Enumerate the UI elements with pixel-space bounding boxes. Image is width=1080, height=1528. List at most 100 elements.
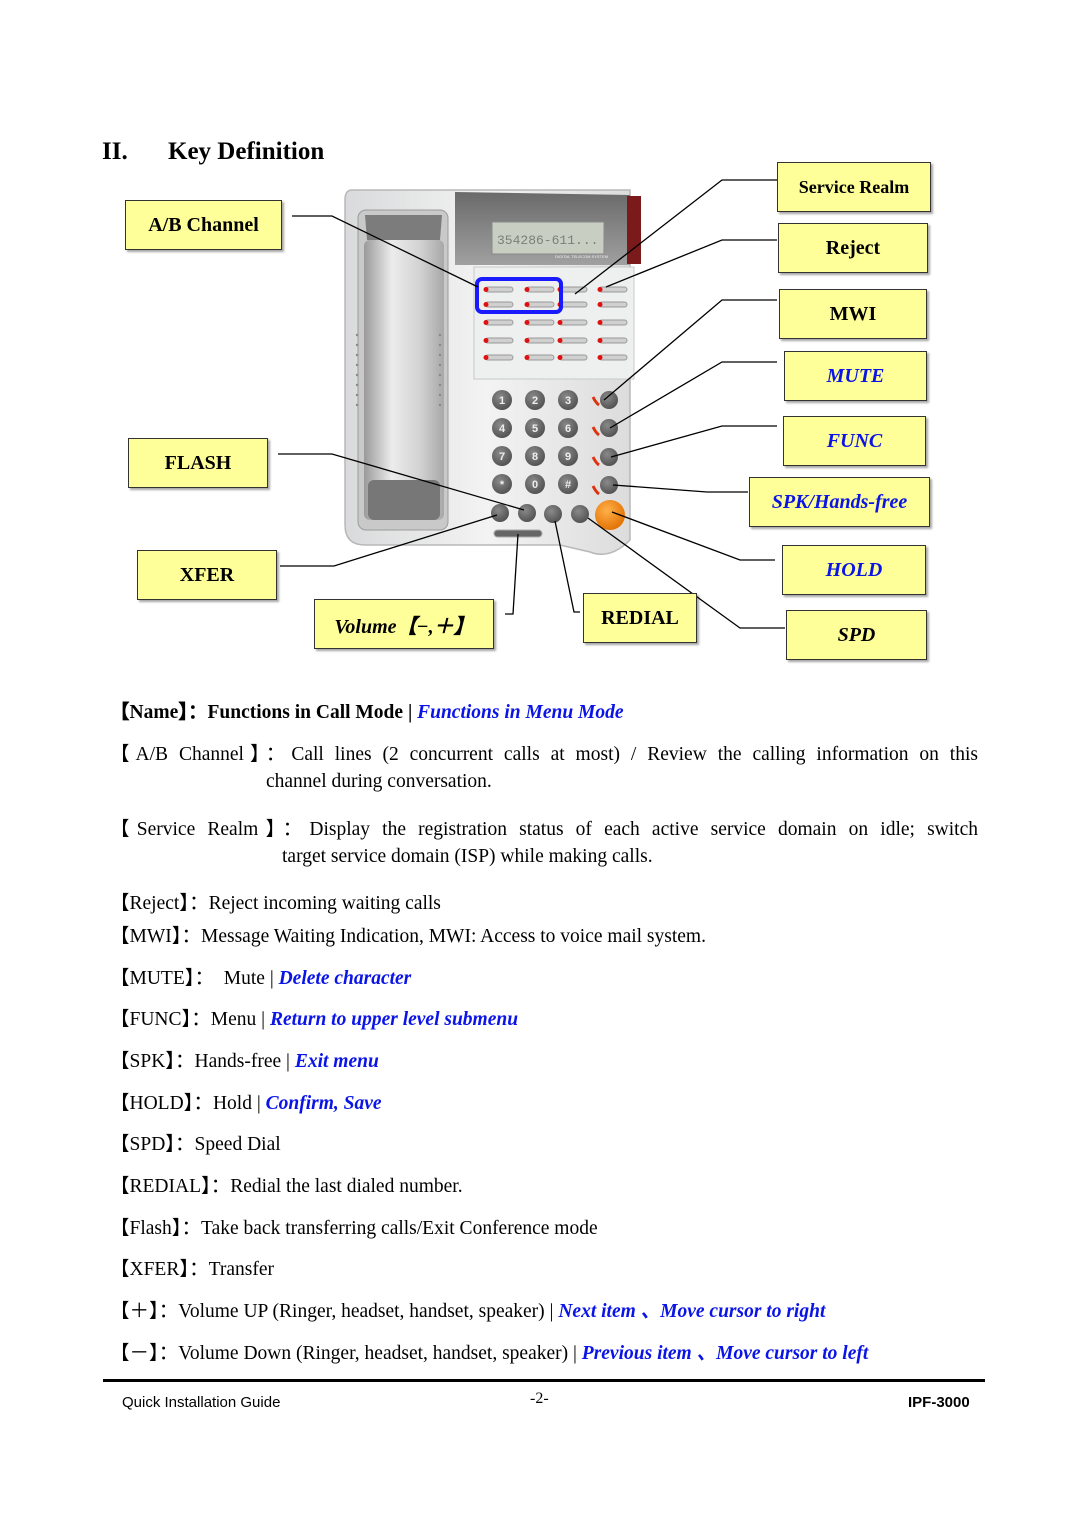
dial-key: 7 [492, 446, 512, 466]
memory-key-led [483, 338, 489, 343]
label-mwi: MWI [779, 289, 927, 339]
footer-guide-title: Quick Installation Guide [122, 1394, 281, 1411]
definition-item: 【Service Realm】：Display the registration… [110, 812, 978, 841]
dial-key-label: 8 [532, 451, 538, 463]
dial-key: # [558, 474, 578, 494]
definition-key: 【MWI】 [110, 926, 182, 947]
dial-key: 2 [525, 390, 545, 410]
mute-key [600, 448, 618, 466]
memory-key [598, 337, 628, 344]
definition-text: Reject incoming waiting calls [208, 893, 441, 914]
definition-key: 【FUNC】 [110, 1009, 192, 1030]
definition-key: 【－】 [110, 1343, 159, 1364]
memory-key [525, 354, 555, 361]
definition-sep: ： [194, 968, 215, 989]
definition-key: 【SPD】 [110, 1134, 176, 1155]
dial-key: 6 [558, 418, 578, 438]
definition-bar: | [544, 1301, 559, 1322]
memory-key-led [483, 302, 489, 307]
definition-bar: | [256, 1009, 270, 1030]
definition-text: Speed Dial [194, 1134, 281, 1155]
footer-model: IPF-3000 [908, 1394, 970, 1411]
memory-key [484, 286, 514, 293]
memory-key-led [557, 355, 563, 360]
definition-text: Display the registration status of each … [309, 819, 978, 840]
dial-key-label: 3 [565, 395, 571, 407]
memory-key [598, 319, 628, 326]
definition-sep: ： [175, 1051, 195, 1072]
definition-text: Take back transferring calls/Exit Confer… [201, 1218, 598, 1239]
dial-key: 9 [558, 446, 578, 466]
label-flash: FLASH [128, 438, 268, 488]
footer-rule [103, 1379, 985, 1382]
definition-text: Hands-free [194, 1051, 282, 1072]
memory-key-led [524, 320, 530, 325]
legend-call-mode: Functions in Call Mode [207, 702, 404, 723]
legend-bar: | [403, 702, 418, 723]
memory-key-led [524, 302, 530, 307]
memory-key-led [524, 338, 530, 343]
memory-key [598, 354, 628, 361]
definition-sep: ： [210, 1176, 231, 1197]
definition-sep: ： [181, 1218, 202, 1239]
legend-menu-mode: Functions in Menu Mode [417, 702, 624, 723]
legend-sep: ： [187, 702, 208, 723]
definition-sep: ： [191, 1009, 211, 1030]
definition-text: Volume UP (Ringer, headset, handset, spe… [178, 1301, 545, 1322]
memory-key [525, 286, 555, 293]
definition-item: 【REDIAL】：Redial the last dialed number. [110, 1169, 463, 1198]
definition-key: 【XFER】 [110, 1259, 190, 1280]
definition-sep: ： [189, 893, 209, 914]
definition-item: 【A/B Channel】：Call lines (2 concurrent c… [110, 737, 978, 766]
definition-continuation: target service domain (ISP) while making… [282, 846, 653, 867]
dial-key-label: 7 [499, 451, 505, 463]
dial-key-label: 4 [499, 423, 506, 435]
definition-key: 【Flash】 [110, 1218, 182, 1239]
xfer-key [491, 504, 509, 522]
definition-text: Message Waiting Indication, MWI: Access … [201, 926, 706, 947]
legend-name: 【Name】 [110, 702, 188, 723]
definition-bar: | [281, 1051, 295, 1072]
dial-key-label: 2 [532, 395, 538, 407]
memory-key [558, 354, 588, 361]
definition-key: 【SPK】 [110, 1051, 176, 1072]
memory-key-led [597, 355, 603, 360]
memory-key [484, 337, 514, 344]
definition-sep: ： [158, 1301, 179, 1322]
definition-continuation: channel during conversation. [266, 771, 492, 792]
memory-key [558, 319, 588, 326]
definition-item: 【Reject】：Reject incoming waiting calls [110, 886, 441, 915]
dial-key: 0 [525, 474, 545, 494]
definition-item: 【＋】：Volume UP (Ringer, headset, handset,… [110, 1294, 825, 1323]
label-xfer: XFER [137, 550, 277, 600]
label-mute: MUTE [784, 351, 927, 401]
dial-key: 1 [492, 390, 512, 410]
definition-item: 【Flash】：Take back transferring calls/Exi… [110, 1211, 598, 1240]
dial-key-label: 1 [499, 395, 505, 407]
dial-key-label: 0 [532, 479, 538, 491]
lcd-text: 354286-611... [497, 233, 598, 248]
definition-menu-function: Exit menu [294, 1051, 379, 1072]
memory-key-led [524, 355, 530, 360]
definition-text: Volume Down (Ringer, headset, handset, s… [178, 1343, 569, 1364]
legend-line: 【Name】：Functions in Call Mode | Function… [110, 695, 624, 724]
memory-key-led [557, 320, 563, 325]
memory-key [598, 286, 628, 293]
definition-sep: ： [193, 1093, 213, 1114]
definition-sep: ： [282, 819, 310, 840]
reject-key [600, 419, 618, 437]
definition-item: 【－】：Volume Down (Ringer, headset, handse… [110, 1336, 868, 1365]
definition-sep: ： [189, 1259, 209, 1280]
memory-key [598, 301, 628, 308]
dial-key-label: 5 [532, 423, 538, 435]
definition-sep: ： [181, 926, 202, 947]
definition-menu-function: Previous item 、Move cursor to left [581, 1343, 869, 1364]
definition-text: Mute [214, 968, 265, 989]
memory-key [484, 354, 514, 361]
dial-key-label: 6 [565, 423, 571, 435]
memory-key-led [483, 320, 489, 325]
memory-key [558, 301, 588, 308]
definition-menu-function: Confirm, Save [265, 1093, 382, 1114]
definition-key: 【＋】 [110, 1301, 159, 1322]
memory-key [558, 337, 588, 344]
